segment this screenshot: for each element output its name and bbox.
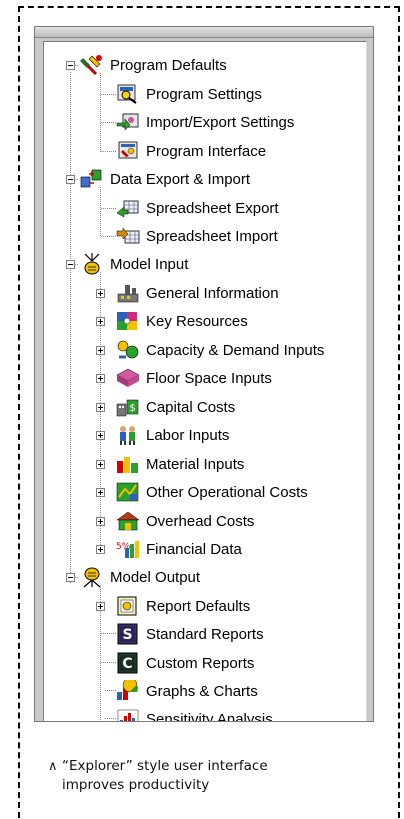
tree-node-label: Capital Costs xyxy=(146,398,236,416)
tree-node-overhead-costs[interactable]: Overhead Costs xyxy=(90,508,254,534)
graphs-charts-icon xyxy=(116,680,140,702)
tree-node-label: Model Output xyxy=(110,568,201,586)
tree-node-capital-costs[interactable]: $ Capital Costs xyxy=(90,394,235,420)
operational-costs-icon xyxy=(116,481,140,503)
tree-node-floor-space-inputs[interactable]: Floor Space Inputs xyxy=(90,365,272,391)
spreadsheet-import-icon xyxy=(116,225,140,247)
expand-toggle[interactable] xyxy=(96,545,105,554)
tree-node-sensitivity-analysis[interactable]: Sensitivity Analysis xyxy=(116,706,273,721)
collapse-toggle[interactable] xyxy=(66,61,75,70)
model-input-icon xyxy=(80,253,104,275)
tree-node-import-export-settings[interactable]: Import/Export Settings xyxy=(116,109,294,135)
tree-node-label: Report Defaults xyxy=(146,597,251,615)
tree-node-data-export-import[interactable]: Data Export & Import xyxy=(58,166,250,192)
expand-toggle[interactable] xyxy=(96,488,105,497)
data-transfer-icon xyxy=(80,168,104,190)
tree-node-label: Floor Space Inputs xyxy=(146,369,272,387)
collapse-toggle[interactable] xyxy=(66,260,75,269)
capacity-demand-icon xyxy=(116,339,140,361)
capital-costs-icon: $ xyxy=(116,396,140,418)
custom-reports-icon: C xyxy=(116,652,140,674)
tree-node-label: Standard Reports xyxy=(146,625,264,643)
tree-node-model-input[interactable]: Model Input xyxy=(58,251,188,277)
tree-node-label: Sensitivity Analysis xyxy=(146,710,273,722)
spreadsheet-export-icon xyxy=(116,197,140,219)
tree-node-label: Model Input xyxy=(110,255,189,273)
tree-node-label: Material Inputs xyxy=(146,455,245,473)
tree-node-report-defaults[interactable]: Report Defaults xyxy=(90,593,250,619)
tree-node-label: Labor Inputs xyxy=(146,426,230,444)
model-output-icon xyxy=(80,566,104,588)
tree-node-label: Key Resources xyxy=(146,312,248,330)
tree-node-general-information[interactable]: General Information xyxy=(90,280,279,306)
tree-node-capacity-demand-inputs[interactable]: Capacity & Demand Inputs xyxy=(90,337,324,363)
tree-node-program-settings[interactable]: Program Settings xyxy=(116,81,262,107)
svg-text:S: S xyxy=(122,627,132,643)
tree-node-label: Data Export & Import xyxy=(110,170,251,188)
tree-node-model-output[interactable]: Model Output xyxy=(58,564,200,590)
tree-node-label: Spreadsheet Import xyxy=(146,227,278,245)
expand-toggle[interactable] xyxy=(96,403,105,412)
tree-node-standard-reports[interactable]: S Standard Reports xyxy=(116,621,264,647)
financial-data-icon: 5% xyxy=(116,538,140,560)
expand-toggle[interactable] xyxy=(96,460,105,469)
factory-icon xyxy=(116,282,140,304)
tree-node-spreadsheet-import[interactable]: Spreadsheet Import xyxy=(116,223,278,249)
tree-node-spreadsheet-export[interactable]: Spreadsheet Export xyxy=(116,195,279,221)
expand-toggle[interactable] xyxy=(96,517,105,526)
caption-line-1: “Explorer” style user interface xyxy=(62,758,268,774)
tree-node-label: Import/Export Settings xyxy=(146,113,295,131)
tree-node-label: Other Operational Costs xyxy=(146,483,308,501)
explorer-window: Program Defaults Program Settings Import… xyxy=(34,26,374,722)
tree-node-label: Custom Reports xyxy=(146,654,255,672)
tree-node-key-resources[interactable]: Key Resources xyxy=(90,308,248,334)
overhead-costs-icon xyxy=(116,510,140,532)
tree-node-material-inputs[interactable]: Material Inputs xyxy=(90,451,244,477)
expand-toggle[interactable] xyxy=(96,431,105,440)
tree-node-custom-reports[interactable]: C Custom Reports xyxy=(116,650,254,676)
tree-node-label: Program Defaults xyxy=(110,56,227,74)
svg-text:$: $ xyxy=(129,403,135,414)
floor-space-icon xyxy=(116,367,140,389)
tree-node-program-defaults[interactable]: Program Defaults xyxy=(58,52,227,78)
tree-node-label: Capacity & Demand Inputs xyxy=(146,341,325,359)
labor-workers-icon xyxy=(116,424,140,446)
expand-toggle[interactable] xyxy=(96,346,105,355)
tree-node-graphs-charts[interactable]: Graphs & Charts xyxy=(116,678,258,704)
interface-icon xyxy=(116,140,140,162)
tree-node-other-operational-costs[interactable]: Other Operational Costs xyxy=(90,479,308,505)
tree-node-label: Financial Data xyxy=(146,540,242,558)
expand-toggle[interactable] xyxy=(96,317,105,326)
report-defaults-icon xyxy=(116,595,140,617)
tree-node-label: Spreadsheet Export xyxy=(146,199,279,217)
collapse-toggle[interactable] xyxy=(66,175,75,184)
tree-node-label: Graphs & Charts xyxy=(146,682,258,700)
expand-toggle[interactable] xyxy=(96,602,105,611)
materials-icon xyxy=(116,453,140,475)
tools-icon xyxy=(80,54,104,76)
tree-node-program-interface[interactable]: Program Interface xyxy=(116,138,266,164)
tree-node-label: Program Interface xyxy=(146,142,267,160)
tree-node-financial-data[interactable]: 5% Financial Data xyxy=(90,536,242,562)
caption-marker: ∧ xyxy=(48,759,58,774)
expand-toggle[interactable] xyxy=(96,374,105,383)
tree-view[interactable]: Program Defaults Program Settings Import… xyxy=(43,41,367,721)
settings-window-icon xyxy=(116,83,140,105)
caption-line-2: improves productivity xyxy=(62,777,210,793)
window-top-edge xyxy=(35,27,373,38)
tree-node-labor-inputs[interactable]: Labor Inputs xyxy=(90,422,229,448)
sensitivity-analysis-icon xyxy=(116,708,140,721)
import-export-settings-icon xyxy=(116,111,140,133)
figure-caption: ∧ “Explorer” style user interface improv… xyxy=(48,757,348,795)
tree-node-label: Program Settings xyxy=(146,85,262,103)
svg-text:C: C xyxy=(122,656,132,672)
collapse-toggle[interactable] xyxy=(66,573,75,582)
expand-toggle[interactable] xyxy=(96,289,105,298)
key-resources-icon xyxy=(116,310,140,332)
tree-node-label: General Information xyxy=(146,284,279,302)
tree-node-label: Overhead Costs xyxy=(146,512,255,530)
standard-reports-icon: S xyxy=(116,623,140,645)
